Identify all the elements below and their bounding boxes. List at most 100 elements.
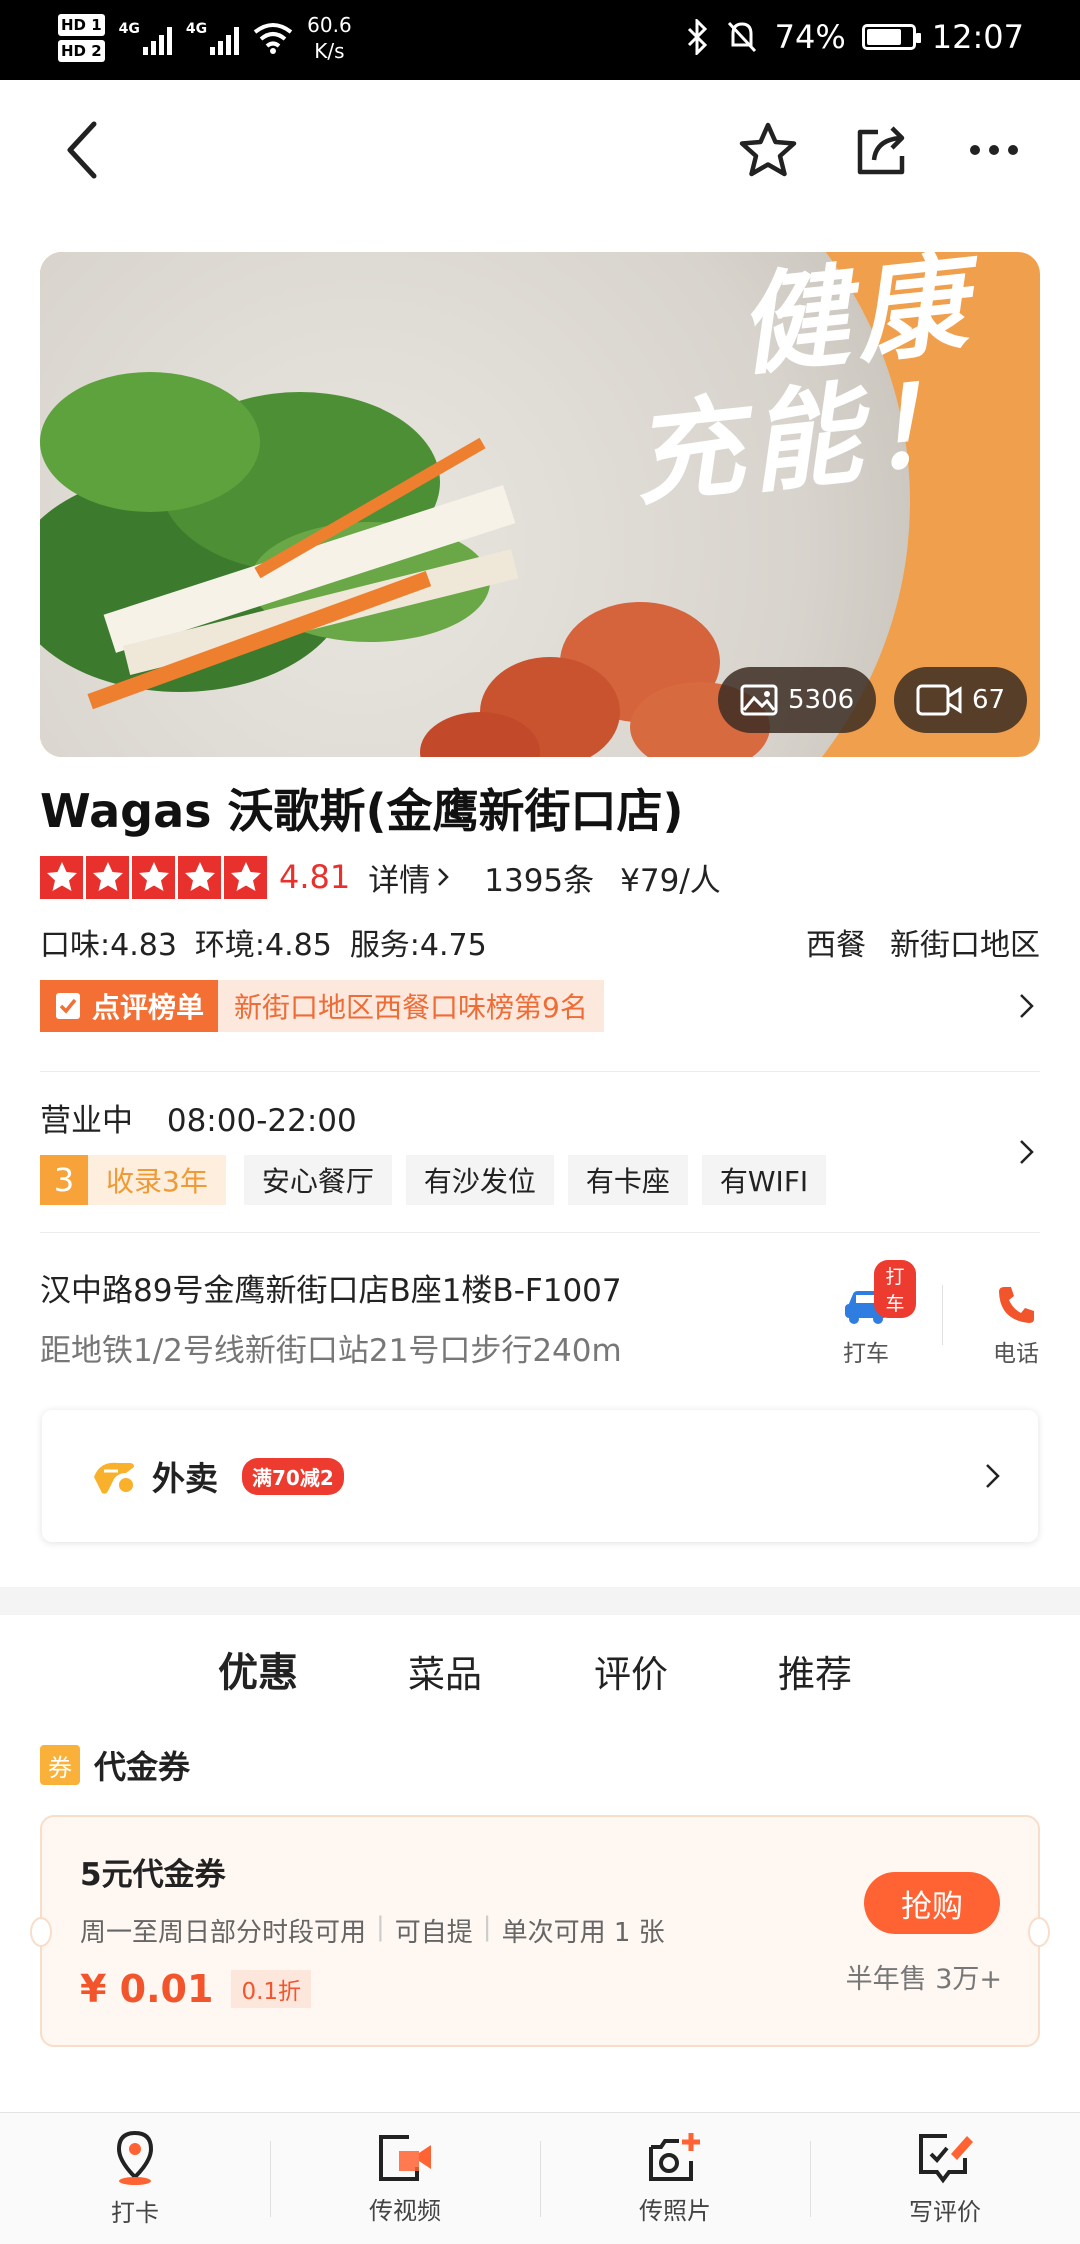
voucher-price: ¥ 0.01 <box>80 1967 214 2011</box>
chevron-right-icon[interactable] <box>1018 1138 1036 1166</box>
business-status: 营业中 <box>40 1103 133 1139</box>
shop-name: Wagas 沃歌斯(金鹰新街口店) <box>40 784 684 838</box>
video-upload-icon <box>379 2135 431 2181</box>
hd1-label: HD 1 <box>58 14 105 36</box>
status-bar: HD 1 HD 2 4G 4G 60.6 K/s 74% 12:07 <box>0 0 1080 80</box>
wifi-icon <box>253 23 293 54</box>
taxi-label: 打车 <box>843 1341 889 1367</box>
environment-score: 环境:4.85 <box>194 928 332 963</box>
rank-tag-label: 点评榜单 <box>92 991 205 1024</box>
voucher-notch-left <box>30 1917 52 1947</box>
star-icon <box>224 855 267 899</box>
voucher-section-title: 代金券 <box>94 1748 191 1786</box>
chevron-right-icon <box>986 1464 1000 1488</box>
upload-photo-label: 传照片 <box>639 2197 711 2225</box>
upload-video-button[interactable]: 传视频 <box>270 2113 540 2244</box>
taxi-button[interactable]: 打车 打车 <box>816 1260 916 1368</box>
details-label: 详情 <box>368 862 431 899</box>
back-button[interactable] <box>42 110 122 190</box>
business-hours[interactable]: 营业中 08:00-22:00 <box>40 1095 357 1140</box>
voucher-sold-count: 半年售 3万+ <box>845 1964 1002 1995</box>
image-icon <box>740 684 778 716</box>
rating-row: 4.81 详情 1395条 ¥79/人 <box>40 855 721 899</box>
chevron-left-icon <box>67 121 97 179</box>
photos-pill[interactable]: 5306 <box>718 667 877 733</box>
rank-tag: 点评榜单 <box>40 980 219 1032</box>
favorite-button[interactable] <box>728 110 808 190</box>
checkin-button[interactable]: 打卡 <box>0 2113 270 2244</box>
checkin-label: 打卡 <box>111 2199 159 2227</box>
buy-button[interactable]: 抢购 <box>864 1872 1000 1934</box>
voucher-discount: 0.1折 <box>231 1970 312 2008</box>
phone-label: 电话 <box>993 1341 1039 1367</box>
voucher-title: 5元代金券 <box>80 1857 226 1893</box>
voucher-desc-time: 周一至周日部分时段可用 <box>80 1918 367 1948</box>
feature-tags: 3 收录3年 安心餐厅 有沙发位 有卡座 有WIFI <box>40 1155 827 1205</box>
taste-score: 口味:4.83 <box>40 928 177 963</box>
action-separator <box>942 1285 943 1345</box>
voucher-desc-limit: 单次可用 1 张 <box>501 1918 665 1948</box>
tab-reviews[interactable]: 评价 <box>594 1644 668 1698</box>
tag-safe-restaurant: 安心餐厅 <box>243 1155 392 1205</box>
voucher-card[interactable]: 5元代金券 周一至周日部分时段可用 | 可自提 | 单次可用 1 张 ¥ 0.0… <box>30 1815 1050 2047</box>
signal-1-icon: 4G <box>119 21 172 55</box>
star-outline-icon <box>739 122 797 177</box>
upload-photo-button[interactable]: 传照片 <box>540 2113 810 2244</box>
location-pin-icon <box>116 2130 154 2185</box>
tag-sofa-seat: 有沙发位 <box>405 1155 554 1205</box>
network-2-label: 4G <box>185 21 208 37</box>
network-speed: 60.6 K/s <box>307 12 352 64</box>
write-review-icon <box>919 2134 973 2184</box>
section-separator <box>0 1587 1080 1615</box>
chevron-right-icon[interactable] <box>1018 992 1036 1020</box>
videos-pill[interactable]: 67 <box>894 667 1028 733</box>
hero-image[interactable]: 健康 充能！ 5306 67 <box>40 252 1040 757</box>
battery-icon <box>861 24 921 50</box>
voucher-desc-pickup: 可自提 <box>394 1918 473 1948</box>
chevron-right-icon <box>438 868 450 886</box>
voucher-section-header: 券 代金券 <box>40 1742 190 1788</box>
years-text: 收录3年 <box>88 1155 226 1205</box>
tab-dishes[interactable]: 菜品 <box>408 1644 482 1698</box>
write-review-button[interactable]: 写评价 <box>810 2113 1080 2244</box>
clock: 12:07 <box>931 18 1024 56</box>
signal-2-icon: 4G <box>185 21 240 55</box>
category-label[interactable]: 西餐 <box>806 920 866 964</box>
review-count: 1395条 <box>484 862 595 899</box>
address[interactable]: 汉中路89号金鹰新街口店B座1楼B-F1007 <box>40 1265 622 1310</box>
star-icon <box>40 855 83 899</box>
hd2-label: HD 2 <box>58 40 105 62</box>
years-badge: 3 收录3年 <box>40 1155 226 1205</box>
video-icon <box>916 684 962 716</box>
district-label[interactable]: 新街口地区 <box>890 920 1040 964</box>
rating-score: 4.81 <box>279 858 351 896</box>
upload-video-label: 传视频 <box>369 2197 441 2225</box>
network-1-label: 4G <box>118 21 140 37</box>
more-button[interactable] <box>954 110 1034 190</box>
business-hours-time: 08:00-22:00 <box>166 1103 357 1139</box>
top-nav <box>0 80 1080 210</box>
check-badge-icon <box>56 993 80 1019</box>
service-score: 服务:4.75 <box>349 928 487 963</box>
metro-distance: 距地铁1/2号线新街口站21号口步行240m <box>40 1333 622 1369</box>
sub-scores-row: 口味:4.83 环境:4.85 服务:4.75 西餐 新街口地区 <box>40 920 1040 964</box>
phone-icon <box>999 1287 1034 1323</box>
delivery-card[interactable]: 外卖 满70减2 <box>42 1410 1038 1542</box>
share-button[interactable] <box>842 110 922 190</box>
star-icon <box>86 855 129 899</box>
rank-badge[interactable]: 点评榜单 新街口地区西餐口味榜第9名 <box>40 980 604 1032</box>
years-number: 3 <box>40 1155 88 1205</box>
tab-offers[interactable]: 优惠 <box>216 1640 300 1698</box>
star-icon <box>178 855 221 899</box>
mute-bell-icon <box>727 21 756 53</box>
tab-recommend[interactable]: 推荐 <box>778 1644 852 1698</box>
tag-wifi: 有WIFI <box>701 1155 827 1205</box>
speed-value: 60.6 <box>307 13 352 37</box>
details-link[interactable]: 详情 <box>368 855 450 900</box>
hero-slogan: 健康 充能！ <box>615 252 991 521</box>
rank-text: 新街口地区西餐口味榜第9名 <box>218 980 604 1032</box>
videos-count: 67 <box>972 685 1006 715</box>
delivery-title: 外卖 <box>152 1459 218 1498</box>
star-icon <box>132 855 175 899</box>
phone-button[interactable]: 电话 <box>966 1270 1066 1368</box>
